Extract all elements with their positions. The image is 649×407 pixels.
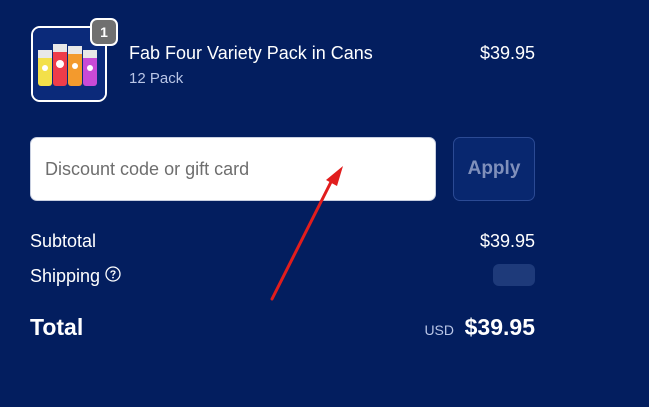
total-value: $39.95: [464, 314, 535, 340]
total-label: Total: [30, 314, 84, 340]
apply-discount-button[interactable]: Apply: [453, 137, 535, 201]
product-name: Fab Four Variety Pack in Cans: [129, 43, 373, 63]
order-summary: 1 Fab Four Variety Pack in Cans 12 Pack …: [0, 0, 649, 407]
line-item: 1 Fab Four Variety Pack in Cans 12 Pack …: [30, 18, 535, 106]
subtotal-label: Subtotal: [30, 231, 97, 251]
shipping-label: Shipping: [30, 266, 101, 286]
question-circle-icon[interactable]: [105, 266, 121, 282]
subtotal-value: $39.95: [479, 231, 535, 251]
discount-code-input[interactable]: [30, 137, 436, 201]
line-item-price: $39.95: [479, 43, 535, 63]
quantity-badge: 1: [90, 18, 118, 46]
total-currency: USD: [424, 322, 454, 338]
shipping-value-loading: [493, 264, 535, 286]
product-variant: 12 Pack: [129, 70, 184, 87]
